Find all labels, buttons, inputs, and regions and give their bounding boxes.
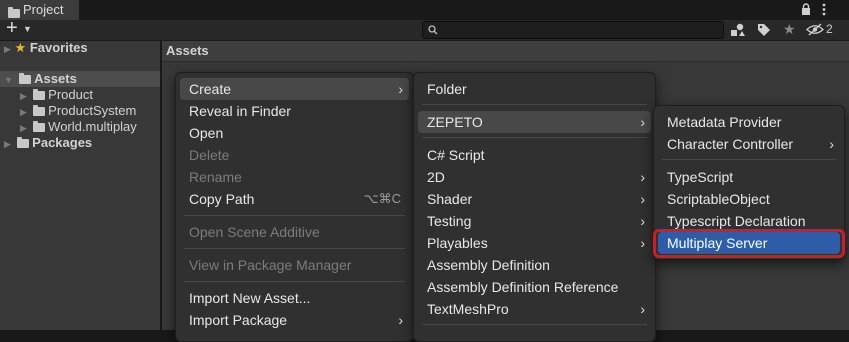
label-tag-icon[interactable] [757, 23, 771, 37]
menu-item-view-in-package-manager: View in Package Manager [189, 257, 352, 273]
folder-open-icon [18, 73, 31, 85]
add-button[interactable]: + ▼ [5, 17, 33, 40]
hidden-count: 2 [826, 22, 833, 36]
menu-item-2d[interactable]: 2D › [418, 166, 651, 188]
lock-icon[interactable] [801, 3, 811, 16]
breadcrumb: Assets [162, 41, 849, 62]
menu-item-typescript[interactable]: TypeScript [658, 166, 840, 188]
expand-arrow-icon: ▶ [20, 107, 27, 117]
shortcut-label: ⌥⌘C [363, 191, 401, 206]
tab-title: Project [23, 2, 64, 17]
highlight-annotation-box [653, 229, 845, 258]
folder-icon [32, 121, 45, 133]
tree-item-productsystem[interactable]: ▶ ProductSystem [20, 103, 136, 118]
tree-item-product[interactable]: ▶ Product [20, 87, 93, 102]
breadcrumb-item-assets[interactable]: Assets [166, 43, 209, 58]
menu-separator [422, 324, 647, 325]
menu-item-metadata-provider[interactable]: Metadata Provider [658, 111, 840, 133]
menu-separator [422, 137, 647, 138]
menu-item-assembly-definition-reference[interactable]: Assembly Definition Reference [418, 276, 651, 298]
menu-item-textmeshpro[interactable]: TextMeshPro › [418, 298, 651, 320]
create-submenu: Folder ZEPETO › C# Script 2D › Shader › Tes… [413, 72, 656, 342]
chevron-right-icon: › [640, 301, 645, 317]
menu-item-reveal-in-finder[interactable]: Reveal in Finder [180, 100, 409, 122]
menu-item-open[interactable]: Open [180, 122, 409, 144]
menu-item-rename: Rename [189, 169, 242, 185]
menu-item-csharp-script[interactable]: C# Script [418, 144, 651, 166]
search-by-type-icon[interactable] [730, 23, 746, 37]
menu-separator [184, 281, 405, 282]
tree-label: Packages [32, 135, 93, 150]
chevron-down-icon: ▼ [23, 24, 32, 34]
search-icon [428, 25, 438, 35]
menu-item-import-package[interactable]: Import Package › [180, 309, 409, 331]
folder-icon [16, 137, 29, 149]
expand-arrow-icon: ▶ [4, 139, 11, 149]
chevron-right-icon: › [640, 191, 645, 207]
menu-item-open-scene-additive: Open Scene Additive [189, 224, 320, 240]
menu-item-folder[interactable]: Folder [418, 78, 651, 100]
menu-item-assembly-definition[interactable]: Assembly Definition [418, 254, 651, 276]
hidden-packages-icon[interactable] [806, 23, 824, 36]
expand-arrow-icon: ▶ [20, 123, 27, 133]
chevron-right-icon: › [829, 136, 834, 152]
menu-separator [184, 248, 405, 249]
tree-item-world-multiplay[interactable]: ▶ World.multiplay [20, 119, 137, 134]
star-icon: ★ [14, 40, 27, 55]
menu-separator [184, 215, 405, 216]
chevron-right-icon: › [398, 312, 403, 328]
favorite-star-icon[interactable]: ★ [783, 21, 796, 38]
folder-icon [32, 89, 45, 101]
chevron-right-icon: › [640, 169, 645, 185]
tab-bar [0, 0, 849, 20]
tree-label: World.multiplay [48, 119, 137, 134]
expand-arrow-icon: ▶ [4, 44, 11, 54]
chevron-right-icon: › [640, 114, 645, 130]
menu-item-shader[interactable]: Shader › [418, 188, 651, 210]
menu-item-scriptableobject[interactable]: ScriptableObject [658, 188, 840, 210]
menu-item-zepeto[interactable]: ZEPETO › [418, 111, 651, 133]
menu-item-testing[interactable]: Testing › [418, 210, 651, 232]
menu-item-playables[interactable]: Playables › [418, 232, 651, 254]
tree-label: Assets [34, 71, 77, 86]
chevron-right-icon: › [398, 81, 403, 97]
menu-item-delete: Delete [189, 147, 230, 163]
chevron-right-icon: › [640, 235, 645, 251]
tree-item-favorites[interactable]: ▶ ★ Favorites [4, 40, 88, 56]
collapse-arrow-icon: ▼ [4, 75, 13, 85]
more-options-icon[interactable] [822, 3, 826, 16]
folder-icon [32, 105, 45, 117]
plus-icon: + [6, 17, 18, 39]
chevron-right-icon: › [640, 213, 645, 229]
menu-separator [422, 104, 647, 105]
context-menu: Create › Reveal in Finder Open Delete Ren… [175, 72, 414, 342]
menu-item-import-new-asset[interactable]: Import New Asset... [180, 287, 409, 309]
tree-label: Product [48, 87, 93, 102]
expand-arrow-icon: ▶ [20, 91, 27, 101]
menu-item-create[interactable]: Create › [180, 78, 409, 100]
search-input[interactable] [422, 21, 724, 39]
menu-separator [662, 159, 836, 160]
menu-item-character-controller[interactable]: Character Controller › [658, 133, 840, 155]
tree-label: ProductSystem [48, 103, 137, 118]
tree-item-assets[interactable]: ▼ Assets [4, 71, 77, 86]
tree-label: Favorites [29, 40, 88, 55]
tree-item-packages[interactable]: ▶ Packages [4, 135, 92, 150]
menu-item-copy-path[interactable]: Copy Path ⌥⌘C [180, 188, 409, 210]
